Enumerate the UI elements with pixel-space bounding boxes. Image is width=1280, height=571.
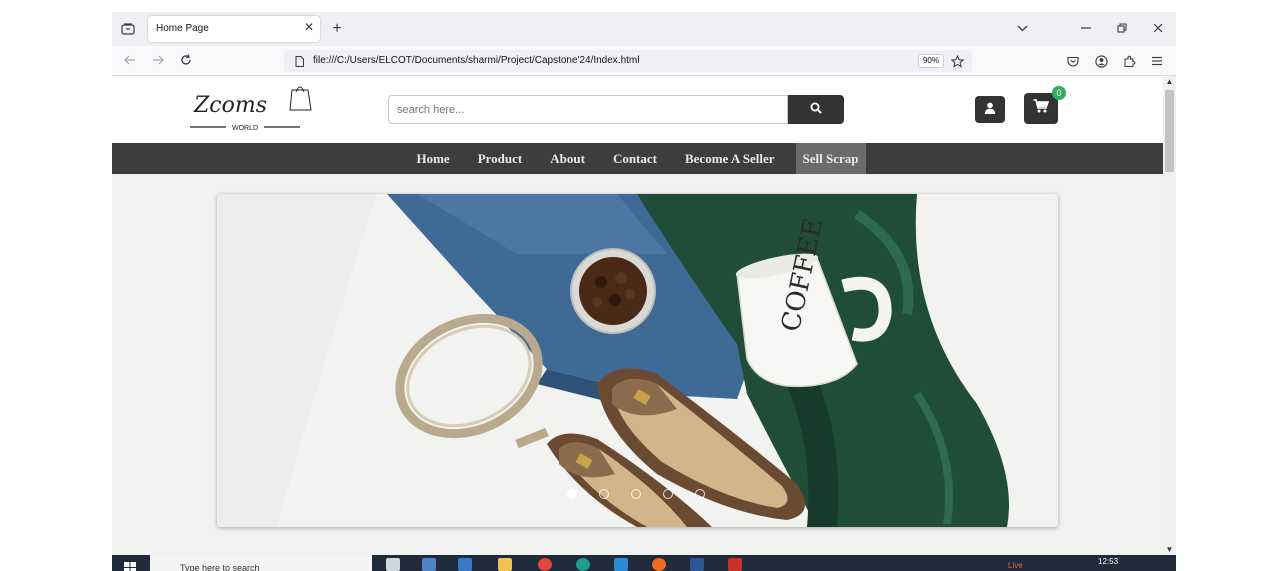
user-icon [984,101,996,119]
taskbar-live-label[interactable]: Live [1008,561,1023,570]
scroll-up-arrow-icon[interactable]: ▲ [1164,76,1175,86]
restore-icon[interactable] [1114,20,1130,36]
shopping-cart-icon [1033,99,1050,118]
menu-item-home[interactable]: Home [409,143,456,174]
close-tab-icon[interactable]: ✕ [304,20,314,34]
address-bar[interactable]: file:///C:/Users/ELCOT/Documents/sharmi/… [284,50,972,72]
page-viewport: Zcoms WORLD search here... 0 Home Produc… [112,76,1163,555]
carousel-indicator-dot[interactable] [631,489,641,499]
page-icon [292,54,306,68]
minimize-icon[interactable] [1078,20,1094,36]
tab-overview-icon[interactable] [120,21,136,37]
browser-window: Home Page ✕ + file:///C:/Users/ELCOT/Doc… [112,12,1176,555]
taskbar-search-box[interactable]: Type here to search [150,555,372,571]
firefox-icon[interactable] [652,558,666,571]
menu-item-about[interactable]: About [543,143,592,174]
logo-script-text: Zcoms [193,93,267,118]
file-explorer-icon[interactable] [498,558,512,571]
store-icon[interactable] [422,558,436,571]
tab-strip: Home Page ✕ + [112,12,1176,46]
user-account-button[interactable] [975,96,1005,123]
chrome-icon[interactable] [538,558,552,571]
menu-item-contact[interactable]: Contact [606,143,664,174]
scroll-down-arrow-icon[interactable]: ▼ [1164,544,1175,554]
tab-title: Home Page [156,23,209,34]
windows-start-icon[interactable] [124,560,136,571]
logo-sub-text: WORLD [232,125,258,132]
carousel-indicator-dot[interactable] [695,489,705,499]
hero-image: COFFEE [217,194,1058,527]
menu-hamburger-icon[interactable] [1149,53,1165,69]
carousel-indicator-dot[interactable] [567,489,577,499]
site-logo[interactable]: Zcoms WORLD [188,80,314,136]
reload-icon[interactable] [178,52,194,68]
carousel-indicator-dot[interactable] [663,489,673,499]
menu-item-become-a-seller[interactable]: Become A Seller [678,143,782,174]
chevron-down-icon[interactable] [1014,20,1030,36]
search-input[interactable] [388,95,788,124]
extensions-icon[interactable] [1121,53,1137,69]
carousel-indicators [567,489,707,501]
hero-carousel[interactable]: COFFEE [217,194,1058,527]
taskbar-clock[interactable]: 12:53 [1098,557,1118,566]
task-view-icon[interactable] [386,558,400,571]
scrollbar-thumb[interactable] [1165,90,1174,172]
menu-item-sell-scrap[interactable]: Sell Scrap [795,143,866,174]
main-menu: Home Product About Contact Become A Sell… [112,143,1163,174]
edge-icon[interactable] [576,558,590,571]
url-text: file:///C:/Users/ELCOT/Documents/sharmi/… [313,55,640,66]
menu-item-product[interactable]: Product [471,143,530,174]
taskbar-search-placeholder: Type here to search [180,563,260,571]
search-button[interactable] [788,95,844,124]
navigation-toolbar: file:///C:/Users/ELCOT/Documents/sharmi/… [112,46,1176,76]
page-scrollbar[interactable]: ▲ ▼ [1163,76,1176,555]
back-icon[interactable] [122,52,138,68]
bookmark-star-icon[interactable] [949,53,965,69]
pdf-reader-icon[interactable] [728,558,742,571]
cart-count-badge: 0 [1052,86,1066,100]
site-header: Zcoms WORLD search here... 0 [112,76,1163,143]
pocket-icon[interactable] [1065,53,1081,69]
close-window-icon[interactable] [1150,20,1166,36]
windows-taskbar: Type here to search Live 12:53 [112,555,1176,571]
carousel-indicator-dot[interactable] [599,489,609,499]
zoom-level-badge[interactable]: 90% [918,54,944,68]
mail-icon[interactable] [458,558,472,571]
search-icon [810,102,822,117]
tab-home-page[interactable]: Home Page ✕ [148,16,320,42]
vscode-icon[interactable] [614,558,628,571]
new-tab-icon[interactable]: + [328,20,346,38]
account-icon[interactable] [1093,53,1109,69]
word-icon[interactable] [690,558,704,571]
forward-icon[interactable] [150,52,166,68]
search-form [388,95,844,124]
